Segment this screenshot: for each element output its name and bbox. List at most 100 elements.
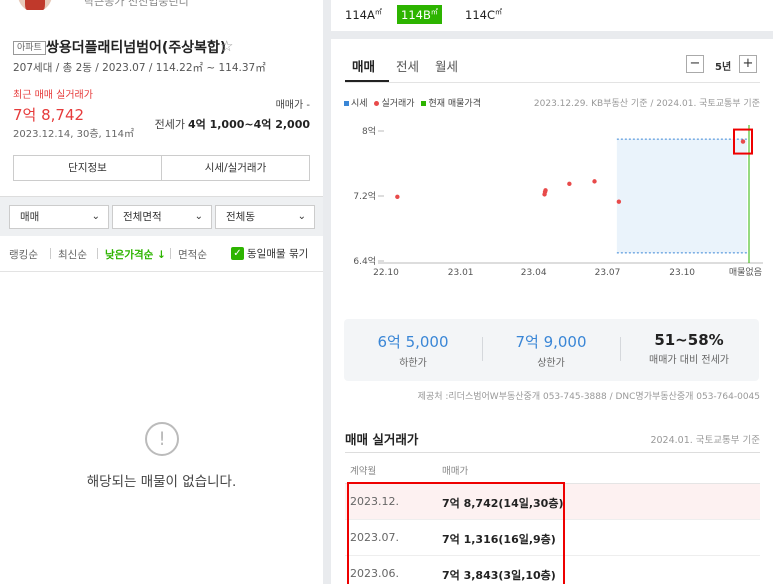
jeonse-ratio-value: 51~58% — [654, 331, 724, 349]
divider — [97, 248, 98, 259]
complex-panel: 락큰공가 전진입중린디 아파트 쌍용더플래티넘범어(주상복합) ☆ 207세대 … — [0, 0, 323, 584]
divider — [50, 248, 51, 259]
chevron-down-icon: ⌄ — [297, 211, 306, 222]
area-option-114c[interactable]: 114C㎡ — [461, 5, 506, 24]
transactions-table: 계약월 매매가 2023.12. 7억 8,742(14일,30층) 2023.… — [345, 452, 760, 584]
summary-low: 6억 5,000 하한가 — [344, 319, 482, 369]
active-tab-underline — [345, 80, 389, 82]
x-tick-label: 23.10 — [669, 268, 695, 278]
recent-trade-label: 최근 매매 실거래가 — [13, 90, 93, 101]
legend-label: 현재 매물가격 — [428, 99, 481, 109]
area-option-label: 114B — [401, 7, 431, 22]
jeonse-ratio-label: 매매가 대비 전세가 — [649, 355, 729, 366]
complex-name: 쌍용더플래티넘범어(주상복합) — [46, 40, 227, 56]
actual-trade-point — [740, 139, 746, 144]
price-chart[interactable]: 8억 7.2억 6.4억22.10 23.01 23.04 23.07 23.10 매물없음 — [331, 111, 773, 301]
row-date: 2023.06. — [350, 567, 399, 580]
actual-trade-point — [616, 199, 622, 204]
transactions-source: 2024.01. 국토교통부 기준 — [650, 435, 760, 446]
agent-avatar — [18, 0, 52, 10]
property-type-tag: 아파트 — [13, 41, 46, 55]
summary-ratio: 51~58% 매매가 대비 전세가 — [620, 319, 758, 366]
sort-low-price[interactable]: 낮은가격순 ↓ — [105, 247, 166, 262]
legend-actual: 실거래가 — [374, 99, 415, 109]
x-tick-label: 23.04 — [521, 268, 547, 278]
legend-square-icon — [421, 101, 427, 106]
sale-price-label: 매매가 - — [275, 100, 310, 111]
chart-legend: 시세 실거래가 현재 매물가격 — [344, 96, 485, 109]
jeonse-label: 전세가 — [154, 118, 185, 131]
area-option-label: 114C — [465, 7, 495, 22]
dong-value: 전체동 — [226, 211, 255, 223]
divider — [170, 248, 171, 259]
recent-trade-price: 7억 8,742 — [13, 106, 85, 124]
x-tick-label: 23.07 — [595, 268, 621, 278]
column-header-price: 매매가 — [442, 466, 469, 477]
area-unit: ㎡ — [494, 8, 502, 16]
sort-bar: 랭킹순 최신순 낮은가격순 ↓ 면적순 ✓ 동일매물 묶기 — [0, 236, 323, 272]
group-same-listing-toggle[interactable]: ✓ 동일매물 묶기 — [231, 246, 308, 261]
upper-limit-label: 상한가 — [537, 358, 565, 369]
table-row[interactable]: 2023.07. 7억 1,316(16일,9층) — [345, 520, 760, 556]
recent-trade-meta: 2023.12.14, 30층, 114㎡ — [13, 129, 134, 140]
group-same-listing-label: 동일매물 묶기 — [247, 248, 309, 260]
actual-trade-point — [567, 181, 572, 187]
actual-trade-point — [395, 194, 400, 200]
area-dropdown[interactable]: 전체면적 ⌄ — [112, 205, 212, 229]
complex-info-button[interactable]: 단지정보 — [13, 155, 162, 181]
area-option-114b[interactable]: 114B㎡ — [397, 5, 442, 24]
legend-dot-icon — [374, 101, 380, 106]
legend-square-icon — [344, 101, 349, 106]
trade-type-dropdown[interactable]: 매매 ⌄ — [9, 205, 109, 229]
area-unit: ㎡ — [430, 8, 438, 16]
sort-area[interactable]: 면적순 — [178, 247, 207, 262]
area-selector: 114A㎡ 114B㎡ 114C㎡ — [331, 0, 773, 31]
actual-trade-point — [543, 188, 548, 193]
actual-trade-point — [592, 179, 597, 184]
period-label: 5년 — [715, 62, 732, 73]
lower-limit-value: 6억 5,000 — [377, 333, 449, 351]
price-summary: 6억 5,000 하한가 7억 9,000 상한가 51~58% 매매가 대비 … — [344, 319, 759, 381]
table-row[interactable]: 2023.12. 7억 8,742(14일,30층) — [345, 484, 760, 520]
agent-strip: 락큰공가 전진입중린디 — [0, 0, 323, 10]
upper-limit-value: 7억 9,000 — [515, 333, 587, 351]
price-info-button[interactable]: 시세/실거래가 — [161, 155, 310, 181]
dong-dropdown[interactable]: 전체동 ⌄ — [215, 205, 315, 229]
row-price: 7억 1,316(16일,9층) — [442, 533, 556, 546]
checkbox-checked-icon[interactable]: ✓ — [231, 247, 244, 260]
legend-label: 실거래가 — [381, 99, 415, 109]
tab-monthly-rent[interactable]: 월세 — [435, 56, 458, 75]
legend-current: 현재 매물가격 — [421, 99, 481, 109]
trade-type-value: 매매 — [20, 211, 40, 223]
info-icon: ! — [145, 422, 179, 456]
sort-ranking[interactable]: 랭킹순 — [9, 247, 38, 262]
legend-label: 시세 — [351, 99, 368, 109]
jeonse-price: 전세가 4억 1,000~4억 2,000 — [155, 116, 310, 132]
x-end-label: 매물없음 — [729, 267, 762, 278]
price-panel: 매매 전세 월세 − 5년 + 시세 실거래가 현재 매물가격 2023.12.… — [331, 39, 773, 584]
divider — [345, 82, 760, 83]
row-date: 2023.12. — [350, 495, 399, 508]
y-tick-label: 7.2억 — [353, 190, 376, 202]
area-option-114a[interactable]: 114A㎡ — [341, 5, 386, 24]
filter-bar: 매매 ⌄ 전체면적 ⌄ 전체동 ⌄ — [0, 196, 323, 236]
y-tick-label: 6.4억 — [353, 255, 376, 267]
complex-info: 207세대 / 총 2동 / 2023.07 / 114.22㎡ ~ 114.3… — [13, 62, 266, 74]
star-icon[interactable]: ☆ — [220, 37, 233, 55]
sort-latest[interactable]: 최신순 — [58, 247, 87, 262]
area-value: 전체면적 — [123, 211, 162, 223]
tab-jeonse[interactable]: 전세 — [396, 56, 419, 75]
row-price: 7억 8,742(14일,30층) — [442, 497, 564, 510]
zoom-in-button[interactable]: + — [739, 55, 757, 73]
jeonse-value: 4억 1,000~4억 2,000 — [187, 118, 310, 131]
zoom-out-button[interactable]: − — [686, 55, 704, 73]
chart-source: 2023.12.29. KB부동산 기준 / 2024.01. 국토교통부 기준 — [533, 99, 760, 109]
tab-sale[interactable]: 매매 — [352, 56, 375, 75]
lower-limit-label: 하한가 — [399, 358, 427, 369]
area-option-label: 114A — [345, 7, 375, 22]
table-row[interactable]: 2023.06. 7억 3,843(3일,10층) — [345, 556, 760, 584]
chevron-down-icon: ⌄ — [91, 211, 100, 222]
row-price: 7억 3,843(3일,10층) — [442, 569, 556, 582]
area-unit: ㎡ — [374, 8, 382, 16]
table-header: 계약월 매매가 — [345, 452, 760, 484]
